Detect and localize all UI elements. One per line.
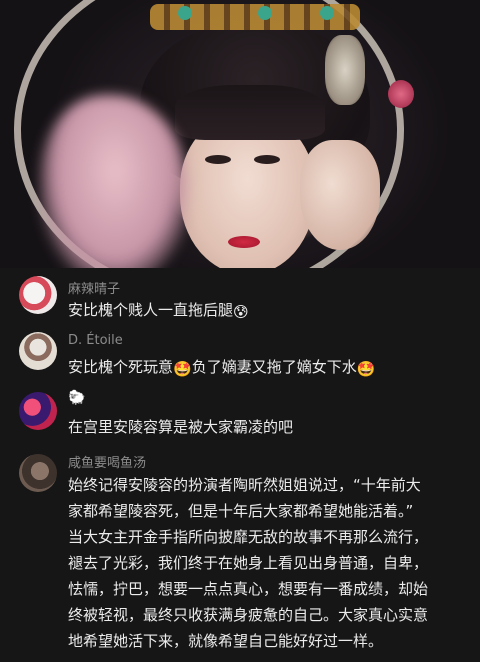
comment-text: 在宫里安陵容算是被大家霸凌的吧 <box>68 418 294 436</box>
star-eyes-emoji: 🤩 <box>356 360 376 378</box>
comment-line: 家都希望陵容死，但是十年后大家都希望她能活着。” <box>68 502 414 520</box>
flower-ornament <box>388 80 414 108</box>
comment-username[interactable]: 麻辣晴子 <box>68 278 120 297</box>
eye <box>254 155 280 164</box>
comment-list: 麻辣晴子 安比槐个贱人一直拖后腿😰 D. Étoile 安比槐个死玩意🤩负了嫡妻… <box>0 268 480 662</box>
fringe <box>175 85 325 140</box>
comment-text-part: 负了嫡妻又拖了嫡女下水 <box>191 358 357 376</box>
comment-text: 安比槐个贱人一直拖后腿😰 <box>68 297 468 325</box>
comment-username[interactable]: D. Étoile <box>68 333 123 348</box>
comment-line: 褪去了光彩，我们终于在她身上看见出身普通，自卑， <box>68 554 429 572</box>
avatar[interactable] <box>19 276 57 314</box>
headdress-gem <box>320 6 334 20</box>
avatar[interactable] <box>19 392 57 430</box>
avatar[interactable] <box>19 454 57 492</box>
eye <box>205 155 231 164</box>
anxious-face-emoji: 😰 <box>233 303 249 321</box>
comment-line: 地希望她活下来，就像希望自己能好好过一样。 <box>68 632 384 650</box>
comment-line: 始终记得安陵容的扮演者陶昕然姐姐说过，“十年前大 <box>68 476 421 494</box>
comment-text-body: 安比槐个贱人一直拖后腿 <box>68 301 234 319</box>
screen: 麻辣晴子 安比槐个贱人一直拖后腿😰 D. Étoile 安比槐个死玩意🤩负了嫡妻… <box>0 0 480 662</box>
comment-line: 怯懦，拧巴，想要一点点真心，想要有一番成绩，却始 <box>68 580 429 598</box>
headdress-gem <box>178 6 192 20</box>
hair-ornament <box>325 35 365 105</box>
sheep-icon[interactable]: 🐑 <box>68 390 85 406</box>
headdress-gem <box>258 6 272 20</box>
comment-text: 安比槐个死玩意🤩负了嫡妻又拖了嫡女下水🤩 <box>68 354 468 382</box>
comment-line: 终被轻视，最终只收获满身疲惫的自己。大家真心实意 <box>68 606 429 624</box>
comment-username[interactable]: 咸鱼要喝鱼汤 <box>68 452 146 471</box>
star-eyes-emoji: 🤩 <box>173 360 192 378</box>
comment-text-part: 安比槐个死玩意 <box>68 358 174 376</box>
comment-text-long: 始终记得安陵容的扮演者陶昕然姐姐说过，“十年前大 家都希望陵容死，但是十年后大家… <box>68 472 468 654</box>
lips <box>228 236 260 248</box>
comment-line: 当大女主开金手指所向披靡无敌的故事不再那么流行， <box>68 528 429 546</box>
avatar[interactable] <box>19 332 57 370</box>
hand <box>300 140 380 250</box>
video-still[interactable] <box>0 0 480 268</box>
